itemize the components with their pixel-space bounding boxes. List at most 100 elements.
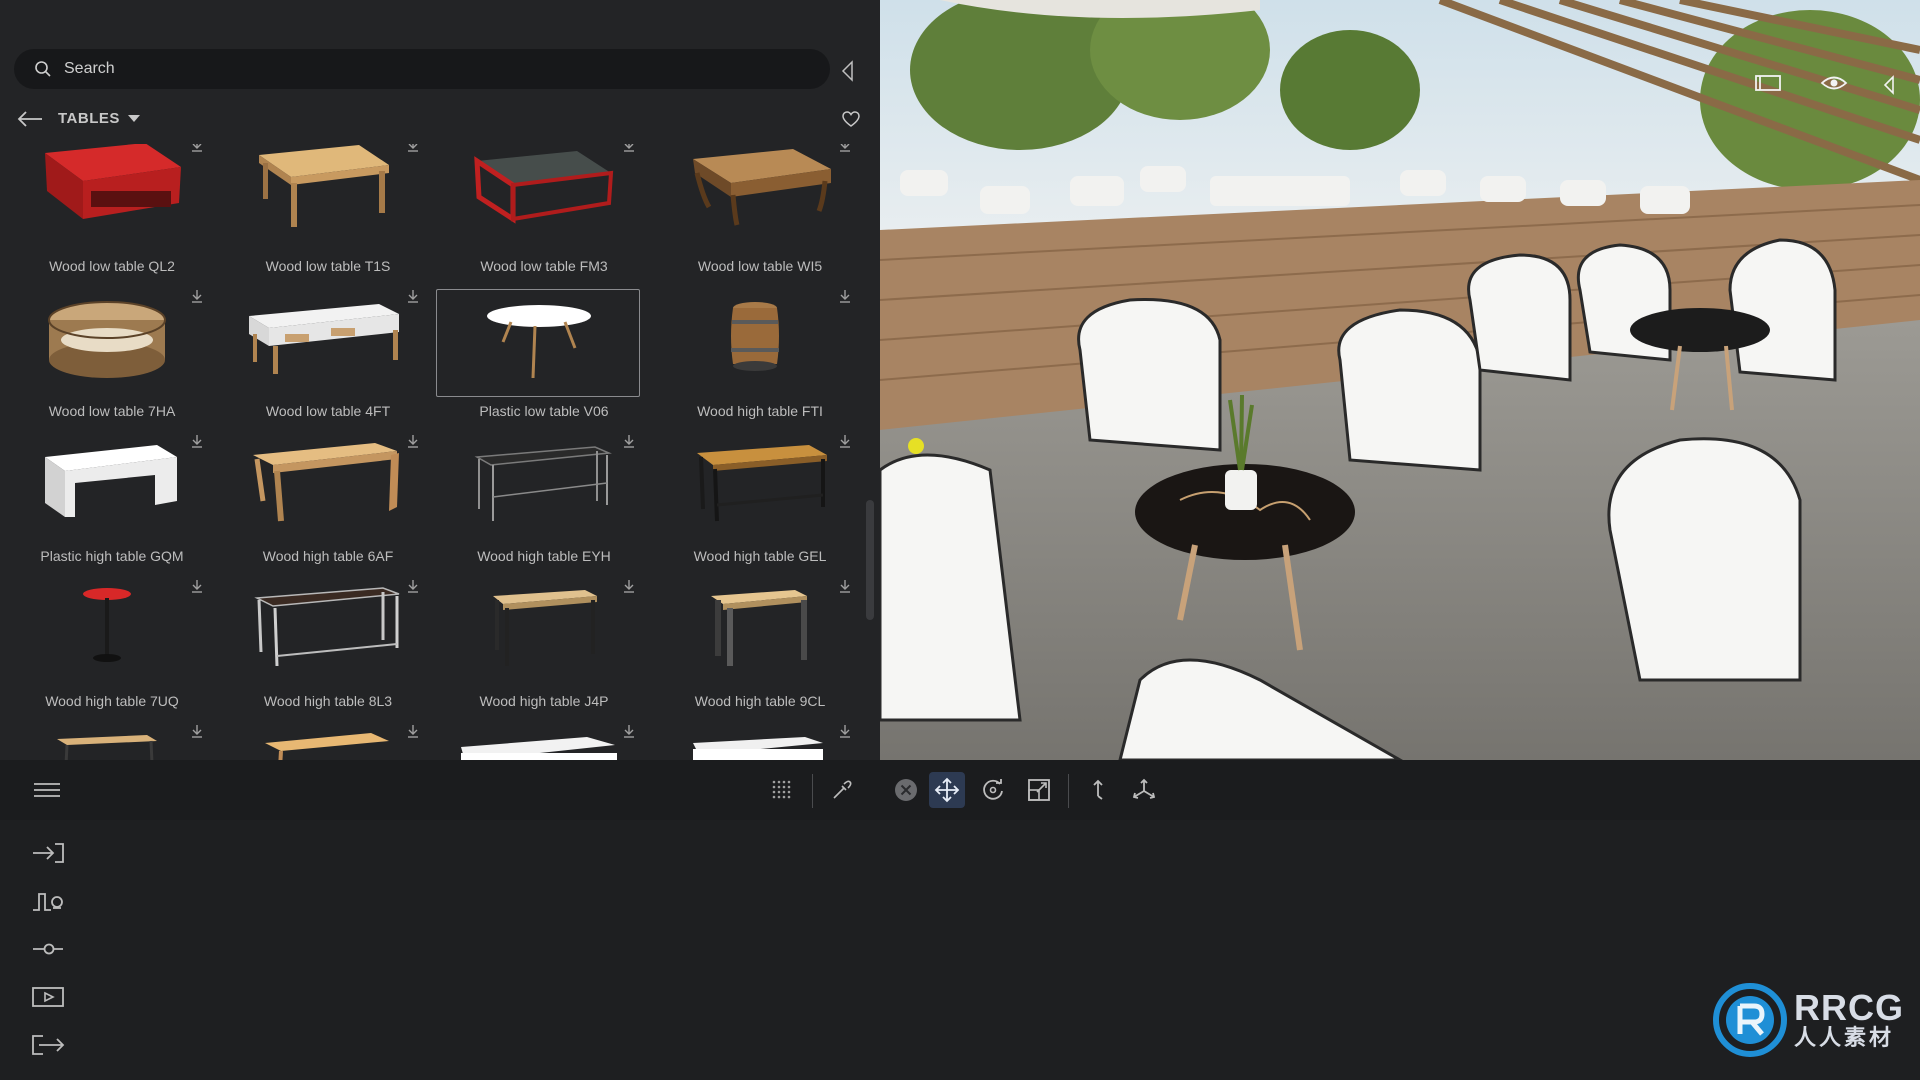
- download-icon[interactable]: [406, 144, 420, 152]
- asset-label: Wood high table 6AF: [262, 548, 394, 564]
- eye-icon[interactable]: [1820, 74, 1848, 92]
- download-icon[interactable]: [838, 434, 852, 448]
- asset-label: Wood low table FM3: [480, 258, 608, 274]
- pivot-tool[interactable]: [1080, 772, 1116, 808]
- download-icon[interactable]: [190, 434, 204, 448]
- asset-card[interactable]: Wood high table 7UQ: [4, 579, 220, 724]
- download-icon[interactable]: [838, 579, 852, 593]
- download-icon[interactable]: [622, 144, 636, 152]
- asset-card[interactable]: Wood high table EYH: [436, 434, 652, 579]
- search-icon: [35, 61, 51, 77]
- asset-thumbnail: [652, 724, 856, 760]
- asset-card[interactable]: Wood high table 8L3: [220, 579, 436, 724]
- asset-label: Plastic low table V06: [479, 403, 609, 419]
- close-circle-icon: [895, 779, 917, 801]
- download-icon[interactable]: [838, 289, 852, 303]
- asset-card[interactable]: [436, 724, 652, 760]
- asset-thumbnail: [4, 144, 208, 244]
- scroll-thumb[interactable]: [866, 500, 874, 620]
- download-icon[interactable]: [838, 724, 852, 738]
- scale-tool[interactable]: [1021, 772, 1057, 808]
- asset-thumbnail: [4, 724, 208, 760]
- toolbar-divider: [812, 774, 813, 808]
- video-button[interactable]: [28, 982, 68, 1012]
- asset-label: Wood high table EYH: [477, 548, 611, 564]
- asset-card[interactable]: Wood low table FM3: [436, 144, 652, 289]
- hamburger-menu-icon[interactable]: [32, 780, 62, 800]
- download-icon[interactable]: [190, 579, 204, 593]
- export-button[interactable]: [28, 1030, 68, 1060]
- asset-card-selected[interactable]: Plastic low table V06: [436, 289, 652, 434]
- library-scrollbar[interactable]: [866, 150, 874, 760]
- asset-thumbnail: [436, 724, 640, 760]
- asset-thumbnail: [652, 289, 856, 397]
- download-icon[interactable]: [190, 289, 204, 303]
- asset-card[interactable]: Wood low table T1S: [220, 144, 436, 289]
- deselect-tool[interactable]: [888, 772, 924, 808]
- asset-thumbnail: [436, 144, 640, 244]
- asset-library-panel: TABLES Wood low table QL2: [0, 0, 880, 760]
- move-tool[interactable]: [929, 772, 965, 808]
- download-icon[interactable]: [622, 434, 636, 448]
- asset-thumbnail: [4, 289, 208, 397]
- search-bar[interactable]: [14, 49, 830, 89]
- search-input[interactable]: [62, 59, 766, 79]
- asset-card[interactable]: Wood low table WI5: [652, 144, 866, 289]
- animation-icon: [33, 893, 63, 911]
- video-icon: [32, 987, 64, 1007]
- download-icon[interactable]: [406, 579, 420, 593]
- slider-button[interactable]: [28, 934, 68, 964]
- import-button[interactable]: [28, 838, 68, 868]
- scene-render: [880, 0, 1920, 760]
- asset-card[interactable]: Plastic high table GQM: [4, 434, 220, 579]
- asset-card[interactable]: [220, 724, 436, 760]
- asset-label: Wood high table FTI: [697, 403, 823, 419]
- download-icon[interactable]: [406, 434, 420, 448]
- asset-card[interactable]: [4, 724, 220, 760]
- download-icon[interactable]: [622, 579, 636, 593]
- eyedropper-icon: [833, 780, 852, 799]
- grid-snap-tool[interactable]: [764, 772, 800, 808]
- download-icon[interactable]: [838, 144, 852, 152]
- 3d-viewport[interactable]: [880, 0, 1920, 760]
- asset-thumbnail: [220, 724, 424, 760]
- asset-card[interactable]: Wood high table J4P: [436, 579, 652, 724]
- aspect-frame-icon[interactable]: [1754, 73, 1782, 93]
- asset-thumbnail: [436, 579, 640, 687]
- asset-label: Wood high table J4P: [479, 693, 609, 709]
- collapse-panel-icon[interactable]: [840, 60, 856, 82]
- asset-label: Wood high table 8L3: [263, 693, 393, 709]
- back-arrow-icon[interactable]: [16, 110, 44, 128]
- asset-card[interactable]: [652, 724, 866, 760]
- asset-label: Wood low table QL2: [49, 258, 175, 274]
- transform-axes-tool[interactable]: [1126, 772, 1162, 808]
- asset-thumbnail: [4, 579, 208, 687]
- animation-button[interactable]: [28, 886, 68, 916]
- asset-card[interactable]: Wood high table 9CL: [652, 579, 866, 724]
- chevron-down-icon: [127, 114, 140, 122]
- rotate-tool[interactable]: [975, 772, 1011, 808]
- asset-thumbnail: [436, 434, 640, 542]
- asset-card[interactable]: Wood low table 7HA: [4, 289, 220, 434]
- download-icon[interactable]: [190, 144, 204, 152]
- download-icon[interactable]: [190, 724, 204, 738]
- asset-card[interactable]: Wood high table FTI: [652, 289, 866, 434]
- category-dropdown[interactable]: TABLES: [58, 110, 140, 127]
- asset-card[interactable]: Wood high table 6AF: [220, 434, 436, 579]
- download-icon[interactable]: [622, 724, 636, 738]
- download-icon[interactable]: [406, 724, 420, 738]
- asset-card[interactable]: Wood high table GEL: [652, 434, 866, 579]
- collapse-right-icon[interactable]: [1882, 75, 1896, 95]
- eyedropper-tool[interactable]: [824, 772, 860, 808]
- bottom-toolbar: [0, 760, 1920, 820]
- favorites-heart-icon[interactable]: [842, 111, 860, 127]
- asset-card[interactable]: Wood low table 4FT: [220, 289, 436, 434]
- axes-icon: [1132, 778, 1156, 799]
- watermark-logo-icon: [1713, 983, 1787, 1057]
- asset-thumbnail: [220, 579, 424, 687]
- asset-label: Wood high table GEL: [693, 548, 827, 564]
- asset-thumbnail: [652, 434, 856, 542]
- watermark-subtext: 人人素材: [1794, 1025, 1895, 1050]
- download-icon[interactable]: [406, 289, 420, 303]
- asset-card[interactable]: Wood low table QL2: [4, 144, 220, 289]
